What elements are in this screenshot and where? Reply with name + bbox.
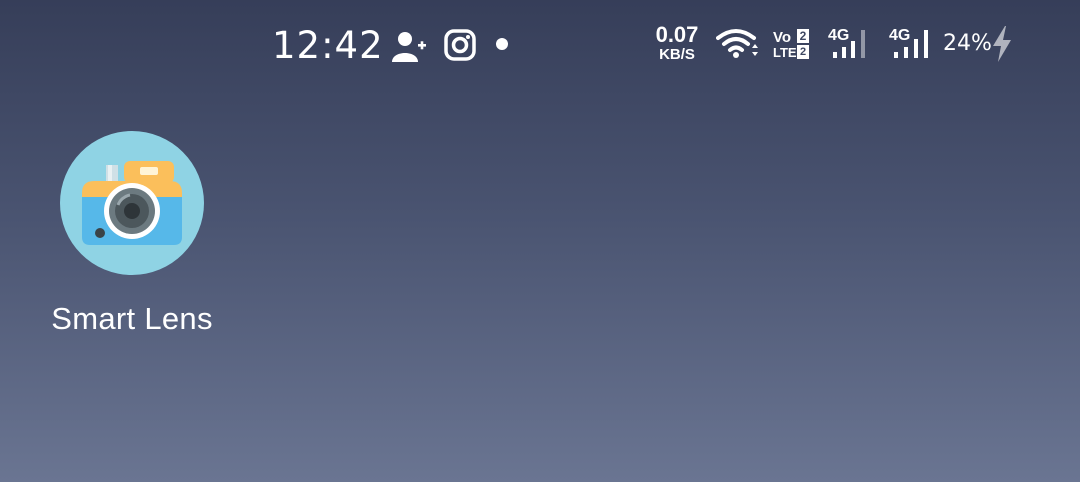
app-label: Smart Lens (51, 301, 213, 336)
volte-sim-number: 2 (797, 29, 809, 43)
volte-top-text: Vo (773, 29, 792, 46)
clock: 12:42 (272, 24, 384, 67)
app-smart-lens[interactable]: Smart Lens (44, 131, 220, 337)
volte-bottom-text: LTE (773, 45, 797, 60)
add-contact-icon (392, 32, 426, 62)
dot-icon (496, 38, 508, 50)
wifi-icon (716, 29, 758, 58)
sim2-signal-icon (894, 30, 928, 58)
sim1-signal-icon (833, 30, 865, 58)
volte-icon: Vo 2 LTE 2 (773, 29, 811, 61)
status-bar: 12:42 0.07 KB/S Vo 2 LTE 2 4G 4G 24% (0, 0, 1080, 90)
instagram-icon (444, 29, 476, 61)
battery-percent: 24% (943, 31, 992, 56)
network-speed-unit: KB/S (659, 46, 695, 63)
volte-sim-badge: 2 (797, 45, 809, 59)
camera-icon (82, 161, 182, 245)
network-speed-value: 0.07 (655, 22, 699, 47)
smart-lens-app-icon[interactable] (60, 131, 204, 275)
network-speed: 0.07 KB/S (650, 22, 704, 63)
charging-bolt-icon (993, 26, 1011, 62)
